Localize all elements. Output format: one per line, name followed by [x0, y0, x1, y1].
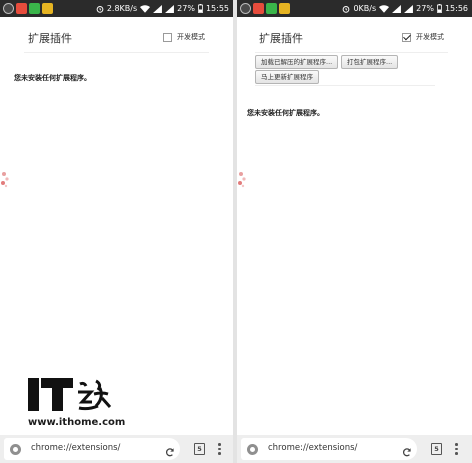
developer-mode-checkbox[interactable]: [402, 32, 411, 42]
yellow-app-icon: [279, 3, 290, 14]
wifi-icon: [379, 4, 390, 13]
tab-switcher-icon[interactable]: 5: [431, 443, 442, 455]
empty-extensions-message: 您未安装任何扩展程序。: [14, 74, 91, 82]
page-title: 扩展插件: [28, 32, 72, 45]
battery-percent: 27%: [416, 4, 434, 13]
screen-dev-mode-off: 2.8KB/s 27% 15:55 扩展插件 开发模式 您未安装任何扩展程序。 …: [0, 0, 233, 463]
status-bar: 2.8KB/s 27% 15:55: [0, 0, 233, 17]
load-unpacked-button[interactable]: 加载已解压的扩展程序...: [255, 55, 339, 69]
developer-mode-label: 开发模式: [416, 33, 444, 41]
alarm-clock-icon: [96, 5, 104, 13]
extensions-header: 扩展插件 开发模式: [24, 22, 209, 53]
page-title: 扩展插件: [259, 32, 303, 45]
status-time: 15:56: [444, 4, 468, 13]
developer-mode-toggle[interactable]: 开发模式: [163, 32, 205, 42]
yellow-app-icon: [42, 3, 53, 14]
site-info-icon[interactable]: [247, 444, 258, 455]
status-bar: 0KB/s 27% 15:56: [237, 0, 472, 17]
battery-percent: 27%: [177, 4, 195, 13]
developer-buttons: 加载已解压的扩展程序... 打包扩展程序... 马上更新扩展程序: [255, 55, 435, 86]
empty-extensions-message: 您未安装任何扩展程序。: [247, 109, 324, 117]
alarm-app-icon: [3, 3, 14, 14]
overflow-menu-icon[interactable]: [455, 443, 458, 455]
url-text[interactable]: chrome://extensions/: [268, 443, 357, 453]
battery-icon: [198, 4, 203, 13]
update-extensions-button[interactable]: 马上更新扩展程序: [255, 70, 319, 84]
network-speed: 2.8KB/s: [106, 4, 138, 13]
green-app-icon: [29, 3, 40, 14]
omnibox[interactable]: chrome://extensions/: [4, 438, 180, 460]
gallery-app-icon: [16, 3, 27, 14]
signal-icon: [153, 4, 163, 13]
developer-mode-toggle[interactable]: 开发模式: [402, 32, 444, 42]
developer-mode-checkbox[interactable]: [163, 32, 172, 42]
url-text[interactable]: chrome://extensions/: [31, 443, 120, 453]
overflow-menu-icon[interactable]: [218, 443, 221, 455]
extensions-header: 扩展插件 开发模式: [255, 22, 448, 53]
signal-icon: [404, 4, 414, 13]
bottom-toolbar: chrome://extensions/ 5: [0, 435, 233, 463]
developer-mode-label: 开发模式: [177, 33, 205, 41]
battery-icon: [437, 4, 442, 13]
ithome-logo: [28, 378, 112, 411]
screen-dev-mode-on: 0KB/s 27% 15:56 扩展插件 开发模式 加载已解压的扩展程序... …: [237, 0, 472, 463]
wifi-icon: [140, 4, 151, 13]
signal-icon: [392, 4, 402, 13]
pack-extension-button[interactable]: 打包扩展程序...: [341, 55, 399, 69]
alarm-app-icon: [240, 3, 251, 14]
site-info-icon[interactable]: [10, 444, 21, 455]
green-app-icon: [266, 3, 277, 14]
reload-icon[interactable]: [165, 447, 175, 457]
edge-decoration: [238, 172, 246, 188]
gallery-app-icon: [253, 3, 264, 14]
alarm-clock-icon: [343, 5, 350, 13]
status-time: 15:55: [205, 4, 229, 13]
network-speed: 0KB/s: [353, 4, 377, 13]
watermark-site: www.ithome.com: [28, 417, 126, 428]
reload-icon[interactable]: [402, 447, 412, 457]
tab-switcher-icon[interactable]: 5: [194, 443, 205, 455]
omnibox[interactable]: chrome://extensions/: [241, 438, 417, 460]
signal-icon: [165, 4, 175, 13]
bottom-toolbar: chrome://extensions/ 5: [237, 435, 472, 463]
edge-decoration: [1, 172, 9, 188]
